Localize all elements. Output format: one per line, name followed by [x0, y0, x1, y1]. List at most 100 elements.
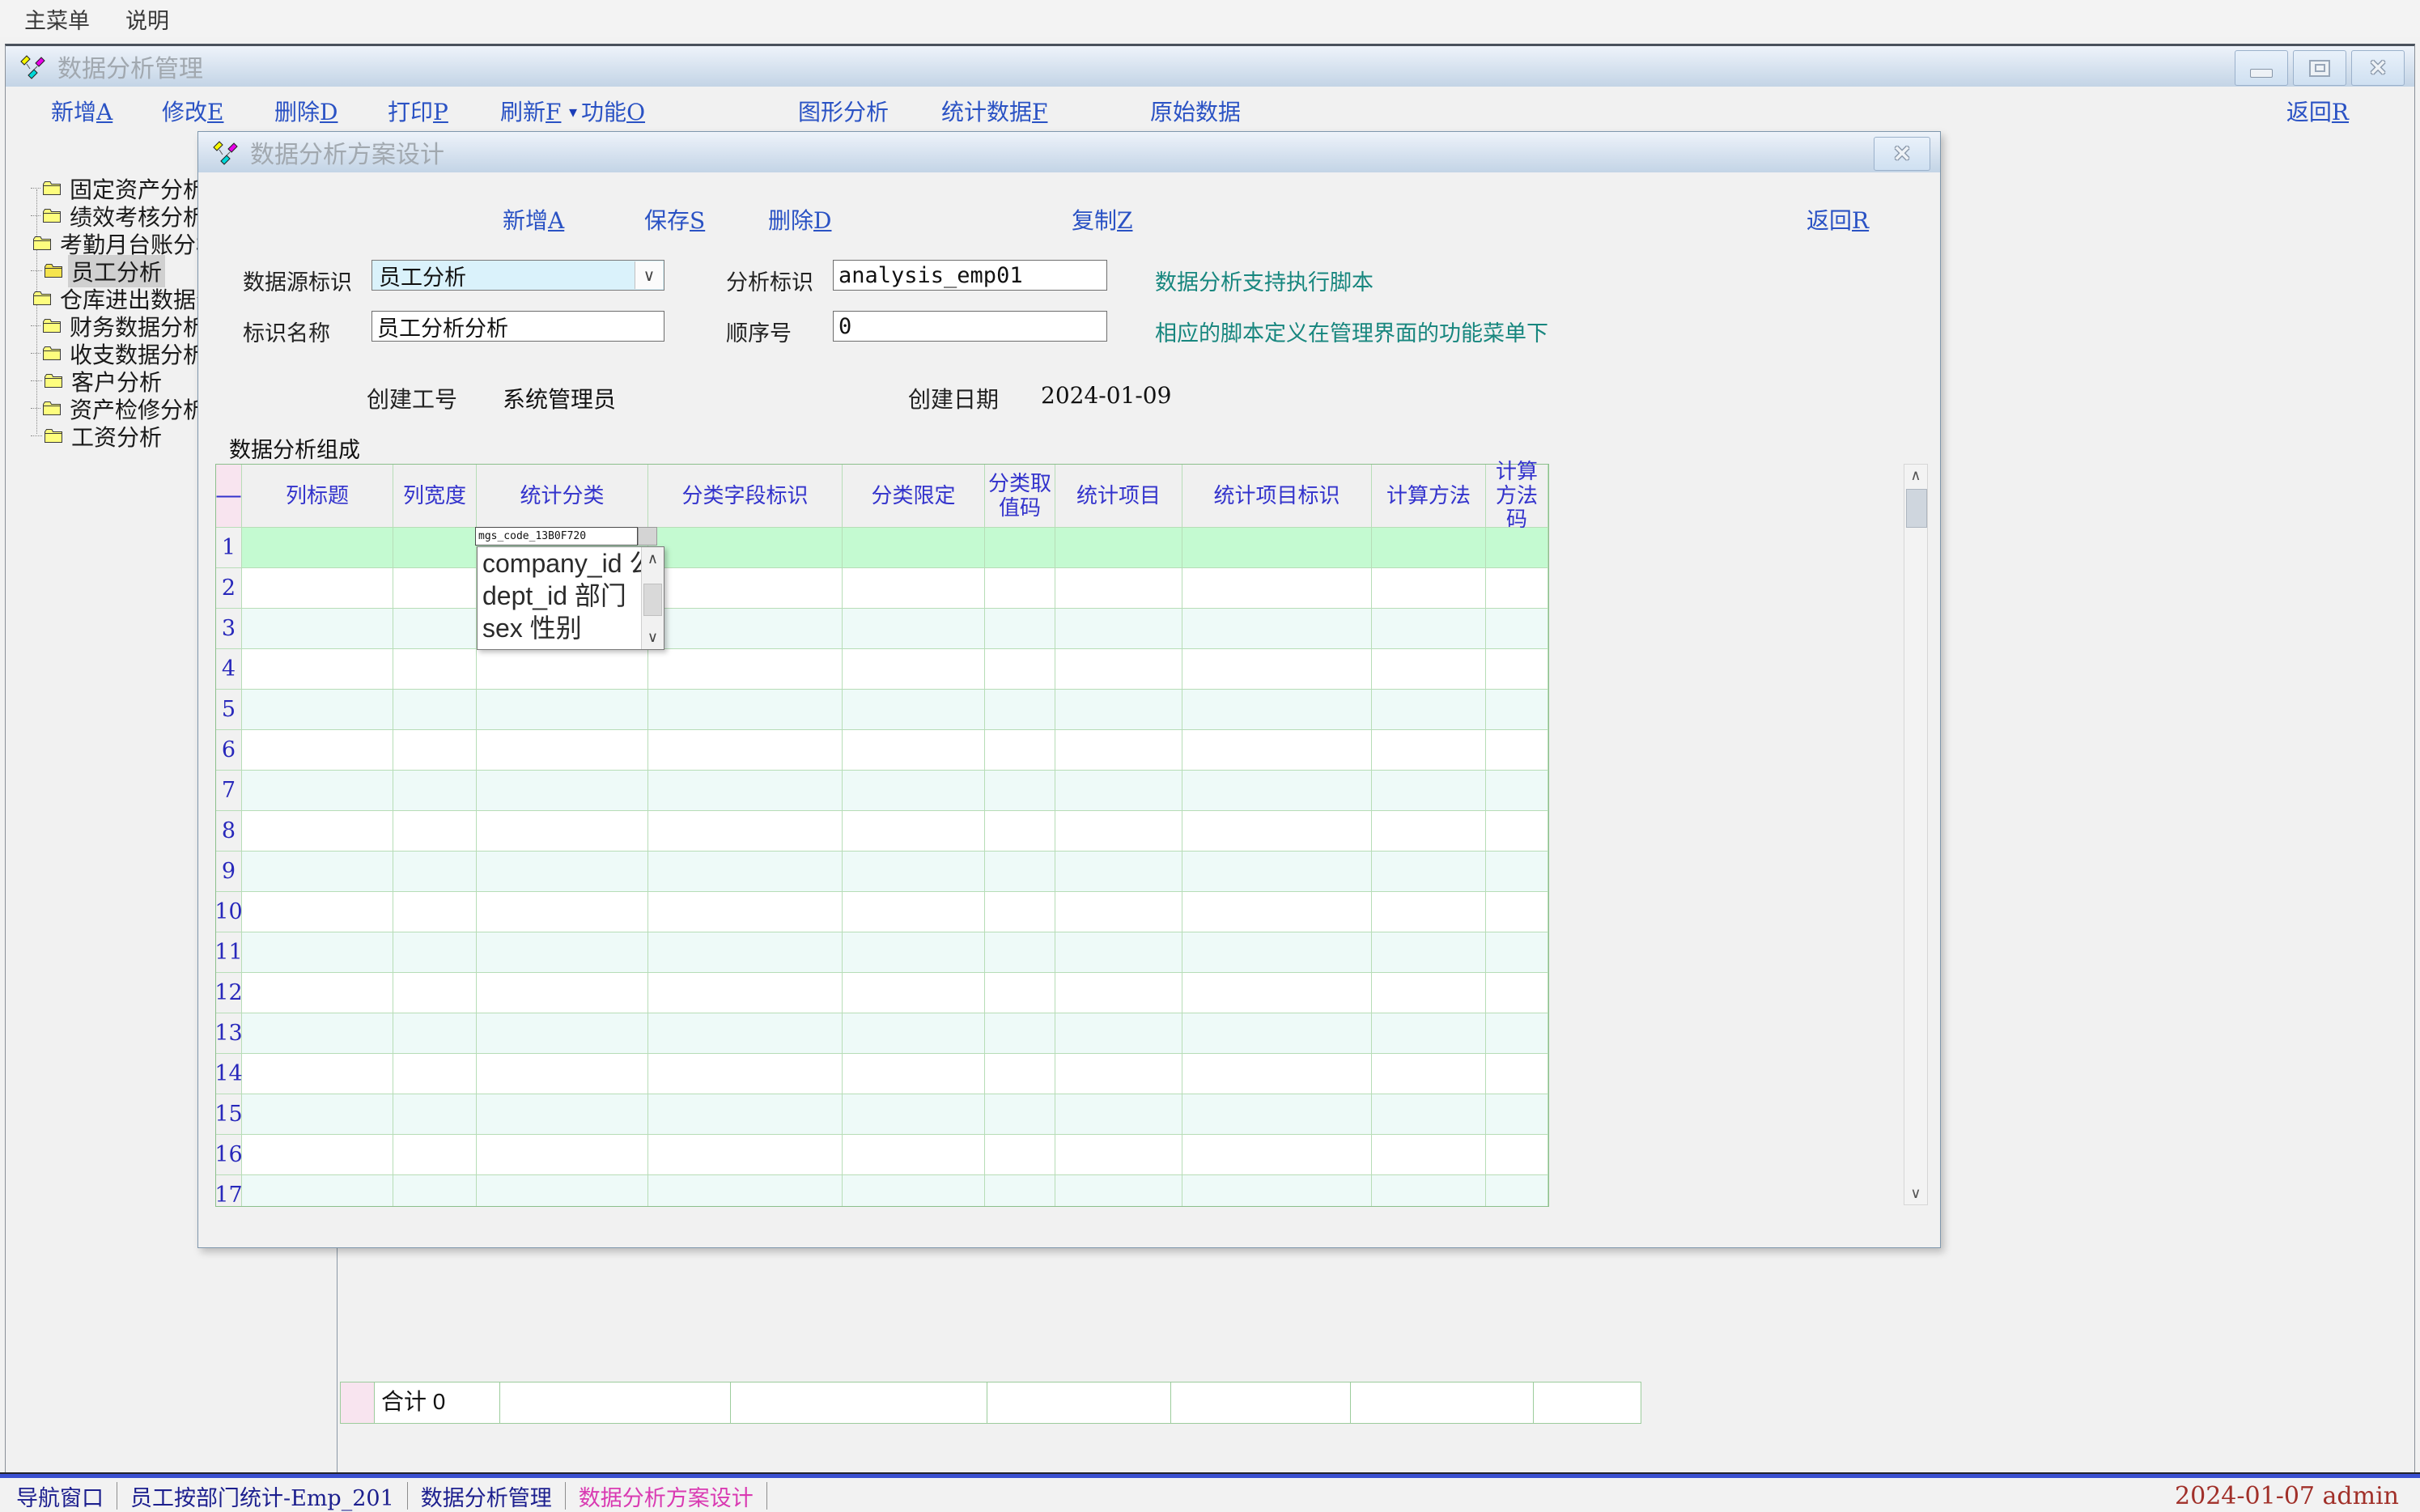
row-number-cell[interactable]: 12: [216, 973, 242, 1013]
grid-cell[interactable]: [985, 771, 1055, 811]
grid-cell[interactable]: [393, 932, 477, 973]
grid-cell[interactable]: [985, 609, 1055, 649]
grid-cell[interactable]: [1182, 892, 1372, 932]
grid-cell[interactable]: [1486, 892, 1548, 932]
grid-cell[interactable]: [393, 1175, 477, 1206]
sidebar-item[interactable]: 客户分析: [23, 369, 209, 393]
maximize-button[interactable]: [2293, 50, 2346, 86]
grid-cell[interactable]: [393, 609, 477, 649]
grid-cell[interactable]: [477, 973, 648, 1013]
row-number-cell[interactable]: 11: [216, 932, 242, 973]
grid-cell[interactable]: [985, 649, 1055, 690]
sequence-input[interactable]: 0: [833, 311, 1107, 342]
grid-cell[interactable]: [1486, 568, 1548, 609]
dropdown-option[interactable]: sex 性别: [478, 612, 642, 644]
grid-cell[interactable]: [242, 528, 393, 568]
grid-cell[interactable]: [477, 892, 648, 932]
grid-cell[interactable]: [1182, 730, 1372, 771]
grid-cell[interactable]: [1182, 1054, 1372, 1094]
grid-cell[interactable]: [648, 528, 843, 568]
grid-cell[interactable]: [1182, 690, 1372, 730]
dialog-toolbar-button[interactable]: 保存S: [644, 203, 705, 236]
grid-cell[interactable]: [477, 690, 648, 730]
grid-cell[interactable]: [242, 973, 393, 1013]
toolbar-button[interactable]: ▾刷新F: [500, 95, 561, 127]
grid-cell[interactable]: [1372, 892, 1486, 932]
grid-cell[interactable]: [985, 852, 1055, 892]
grid-cell[interactable]: [1486, 690, 1548, 730]
scroll-up-icon[interactable]: ∧: [1904, 467, 1927, 484]
grid-cell[interactable]: [477, 730, 648, 771]
grid-cell[interactable]: [1486, 528, 1548, 568]
grid-cell[interactable]: [648, 649, 843, 690]
grid-cell[interactable]: [1486, 1054, 1548, 1094]
sidebar-item[interactable]: 工资分析: [23, 424, 209, 448]
dropdown-scrollbar[interactable]: ∧ ∨: [641, 547, 664, 649]
grid-cell[interactable]: [843, 1054, 985, 1094]
grid-cell[interactable]: [843, 1135, 985, 1175]
grid-cell[interactable]: [843, 568, 985, 609]
grid-cell[interactable]: [648, 771, 843, 811]
sidebar-item[interactable]: 收支数据分析: [23, 342, 209, 365]
grid-cell[interactable]: [477, 1054, 648, 1094]
scroll-down-icon[interactable]: ∨: [642, 629, 664, 646]
grid-cell[interactable]: [843, 973, 985, 1013]
grid-cell[interactable]: [393, 568, 477, 609]
grid-cell[interactable]: [1182, 852, 1372, 892]
grid-cell[interactable]: [648, 609, 843, 649]
grid-cell[interactable]: [1372, 771, 1486, 811]
sidebar-item[interactable]: 员工分析: [23, 259, 209, 282]
sidebar-item[interactable]: 仓库进出数据分析: [23, 287, 209, 310]
grid-cell[interactable]: [1372, 852, 1486, 892]
grid-cell[interactable]: [1182, 1094, 1372, 1135]
grid-cell[interactable]: [393, 730, 477, 771]
grid-cell[interactable]: [1486, 609, 1548, 649]
grid-cell[interactable]: [1055, 528, 1182, 568]
dialog-toolbar-button[interactable]: 新增A: [503, 203, 564, 236]
grid-cell[interactable]: [242, 811, 393, 852]
grid-cell[interactable]: [1182, 1013, 1372, 1054]
grid-cell[interactable]: [648, 852, 843, 892]
grid-cell[interactable]: [985, 1135, 1055, 1175]
grid-cell[interactable]: [1372, 690, 1486, 730]
statusbar-tab[interactable]: 数据分析管理: [408, 1482, 566, 1510]
grid-cell[interactable]: [985, 973, 1055, 1013]
grid-cell[interactable]: [843, 649, 985, 690]
grid-cell[interactable]: [477, 852, 648, 892]
row-number-cell[interactable]: 2: [216, 568, 242, 609]
grid-cell[interactable]: [843, 1013, 985, 1054]
grid-cell[interactable]: [648, 1054, 843, 1094]
combo-dropdown-button[interactable]: ∨: [635, 261, 663, 289]
row-number-cell[interactable]: 5: [216, 690, 242, 730]
grid-cell[interactable]: [1055, 892, 1182, 932]
row-number-cell[interactable]: 3: [216, 609, 242, 649]
dialog-toolbar-button[interactable]: 返回R: [1807, 203, 1869, 236]
grid-cell[interactable]: [393, 690, 477, 730]
grid-cell[interactable]: [1372, 811, 1486, 852]
grid-cell[interactable]: [1182, 973, 1372, 1013]
grid-cell[interactable]: [1182, 811, 1372, 852]
dialog-titlebar[interactable]: 数据分析方案设计 ✕: [198, 132, 1940, 172]
grid-cell[interactable]: [242, 932, 393, 973]
grid-cell[interactable]: [1486, 852, 1548, 892]
grid-cell[interactable]: [985, 1175, 1055, 1206]
grid-cell[interactable]: [985, 1054, 1055, 1094]
grid-cell[interactable]: [1486, 1135, 1548, 1175]
grid-cell[interactable]: [477, 771, 648, 811]
dropdown-option[interactable]: dept_id 部门: [478, 580, 642, 612]
grid-cell[interactable]: [242, 1135, 393, 1175]
toolbar-button[interactable]: ▾删除D: [274, 95, 338, 127]
dialog-close-button[interactable]: ✕: [1874, 137, 1930, 171]
toolbar-button[interactable]: ▾打印P: [388, 95, 448, 127]
main-window-titlebar[interactable]: 数据分析管理 ✕: [6, 46, 2414, 87]
grid-cell[interactable]: [393, 852, 477, 892]
grid-cell[interactable]: [1486, 771, 1548, 811]
row-number-cell[interactable]: 17: [216, 1175, 242, 1206]
grid-cell[interactable]: [1372, 730, 1486, 771]
toolbar-button[interactable]: ▾功能O: [569, 95, 645, 127]
grid-cell[interactable]: [1182, 932, 1372, 973]
datasource-combo[interactable]: 员工分析 ∨: [371, 260, 664, 291]
grid-cell[interactable]: [1055, 690, 1182, 730]
grid-cell[interactable]: [393, 528, 477, 568]
scrollbar-thumb[interactable]: [1906, 489, 1927, 528]
